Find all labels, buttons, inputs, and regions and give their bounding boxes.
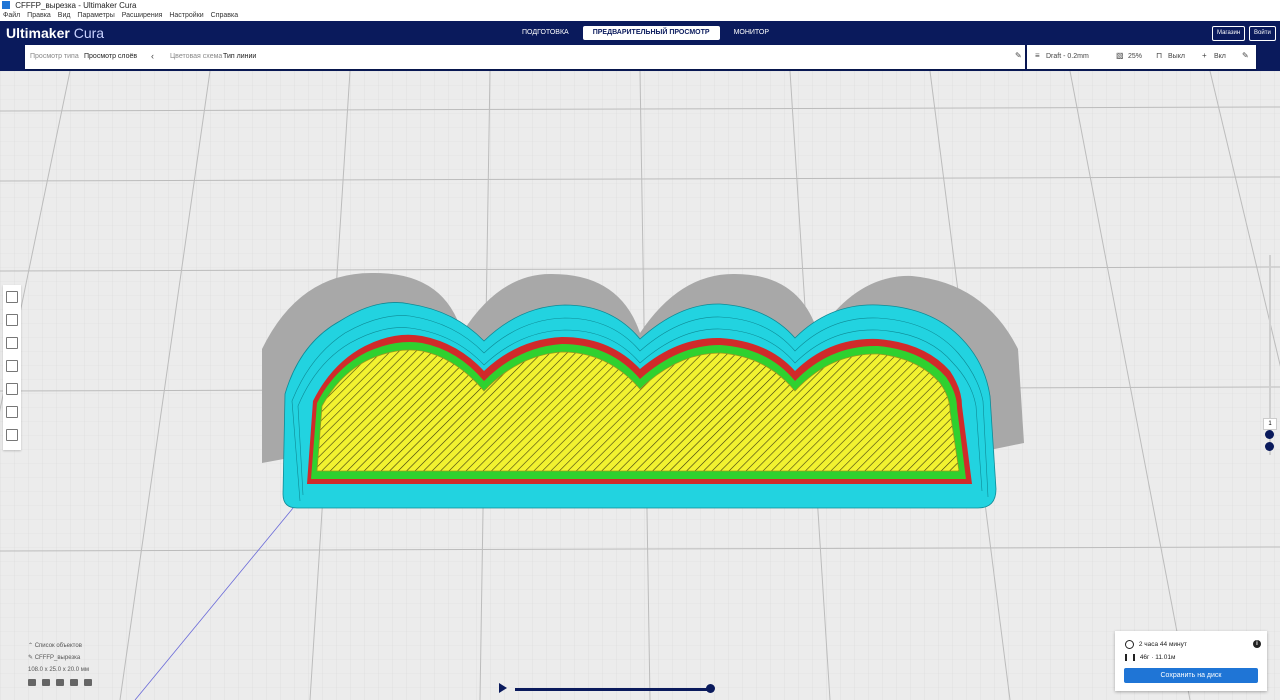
stage-tabs: ПОДГОТОВКА ПРЕДВАРИТЕЛЬНЫЙ ПРОСМОТР МОНИ…	[512, 26, 779, 42]
support-blocker-button[interactable]	[3, 400, 21, 423]
3d-viewport[interactable]	[0, 71, 1280, 700]
layer-slider-bottom-handle[interactable]	[1265, 442, 1274, 451]
path-timeline-track[interactable]	[515, 688, 710, 691]
build-plate-scene	[0, 71, 1280, 700]
clock-icon	[1125, 640, 1134, 649]
play-icon[interactable]	[499, 683, 507, 693]
save-to-disk-button[interactable]: Сохранить на диск	[1124, 668, 1258, 683]
per-model-settings-icon	[6, 382, 18, 395]
infill-value[interactable]: 25%	[1128, 53, 1142, 60]
move-icon	[6, 290, 18, 303]
layflat-tool-button[interactable]	[3, 423, 21, 446]
tab-prepare[interactable]: ПОДГОТОВКА	[512, 26, 579, 40]
brand-name: Ultimaker	[6, 25, 70, 41]
mirror-tool-button[interactable]	[3, 354, 21, 377]
menu-edit[interactable]: Правка	[27, 12, 51, 19]
color-scheme-select[interactable]: Тип линии	[223, 53, 256, 60]
view-toolbar: Просмотр типа Просмотр слоёв ‹ Цветовая …	[25, 45, 1025, 69]
object-list-item[interactable]: ✎ CFFFP_вырезка	[28, 652, 178, 664]
adhesion-icon: +	[1202, 51, 1207, 60]
info-icon[interactable]: i	[1253, 640, 1261, 648]
menu-extensions[interactable]: Расширения	[122, 12, 163, 19]
support-value[interactable]: Выкл	[1168, 53, 1185, 60]
transform-toolbar	[3, 285, 21, 450]
view-type-label: Просмотр типа	[30, 53, 79, 60]
print-time-row: 2 часа 44 минут	[1125, 640, 1187, 649]
settings-pencil-icon[interactable]: ✎	[1242, 51, 1249, 60]
view-type-select[interactable]: Просмотр слоёв	[84, 53, 137, 60]
menu-file[interactable]: Файл	[3, 12, 20, 19]
layer-number-label[interactable]: 1	[1263, 418, 1277, 430]
print-info-panel: 2 часа 44 минут i 46г · 11.01м Сохранить…	[1115, 631, 1267, 691]
layer-slider[interactable]: 1	[1263, 255, 1277, 455]
object-actions	[28, 679, 178, 691]
tab-monitor[interactable]: МОНИТОР	[724, 26, 779, 40]
material-usage: 46г · 11.01м	[1139, 654, 1176, 662]
support-icon: ⊓	[1156, 51, 1163, 60]
object-list-header: Список объектов	[34, 643, 82, 649]
marketplace-button[interactable]: Магазин	[1212, 26, 1246, 41]
tab-preview[interactable]: ПРЕДВАРИТЕЛЬНЫЙ ПРОСМОТР	[582, 26, 720, 40]
left-view-icon[interactable]	[70, 679, 78, 686]
scale-icon	[6, 313, 18, 326]
front-view-icon[interactable]	[42, 679, 50, 686]
adhesion-value[interactable]: Вкл	[1214, 53, 1226, 60]
print-settings-toolbar[interactable]: ≡ Draft - 0.2mm ▧ 25% ⊓ Выкл + Вкл ✎	[1027, 45, 1256, 69]
brand-suffix: Cura	[73, 25, 105, 41]
cura-app-icon	[2, 1, 10, 9]
path-timeline-handle[interactable]	[706, 684, 715, 693]
per-model-settings-button[interactable]	[3, 377, 21, 400]
cube-icon[interactable]	[28, 679, 36, 686]
pencil-icon: ✎	[28, 655, 34, 661]
support-blocker-icon	[6, 405, 18, 418]
menu-preferences[interactable]: Настройки	[169, 12, 203, 19]
material-row: 46г · 11.01м	[1125, 654, 1175, 661]
print-time: 2 часа 44 минут	[1138, 641, 1187, 649]
layer-slider-top-handle[interactable]	[1265, 430, 1274, 439]
brand-logo: Ultimaker Cura	[6, 25, 104, 41]
edit-pencil-icon[interactable]: ✎	[1015, 51, 1022, 60]
move-tool-button[interactable]	[3, 285, 21, 308]
menu-view[interactable]: Вид	[58, 12, 71, 19]
rotate-icon	[6, 336, 18, 349]
menu-help[interactable]: Справка	[211, 12, 238, 19]
object-list-toggle[interactable]: ⌃ Список объектов	[28, 640, 178, 652]
window-titlebar: CFFFP_вырезка - Ultimaker Cura	[0, 0, 1280, 11]
sign-in-button[interactable]: Войти	[1249, 26, 1276, 41]
window-title: CFFFP_вырезка - Ultimaker Cura	[15, 1, 137, 10]
chevron-up-icon: ⌃	[28, 643, 34, 649]
object-dimensions: 108.0 x 25.0 x 20.0 мм	[28, 667, 89, 673]
right-view-icon[interactable]	[84, 679, 92, 686]
object-list-panel: ⌃ Список объектов ✎ CFFFP_вырезка 108.0 …	[28, 640, 178, 691]
scale-tool-button[interactable]	[3, 308, 21, 331]
rotate-tool-button[interactable]	[3, 331, 21, 354]
infill-icon: ▧	[1116, 51, 1124, 60]
top-view-icon[interactable]	[56, 679, 64, 686]
menu-settings[interactable]: Параметры	[77, 12, 114, 19]
color-scheme-label: Цветовая схема	[170, 53, 223, 60]
mirror-icon	[6, 359, 18, 372]
spool-icon	[1125, 654, 1135, 661]
profile-icon: ≡	[1035, 51, 1040, 60]
object-name: CFFFP_вырезка	[34, 655, 81, 661]
layflat-icon	[6, 428, 18, 441]
chevron-left-icon[interactable]: ‹	[151, 51, 154, 61]
profile-value[interactable]: Draft - 0.2mm	[1046, 53, 1089, 60]
